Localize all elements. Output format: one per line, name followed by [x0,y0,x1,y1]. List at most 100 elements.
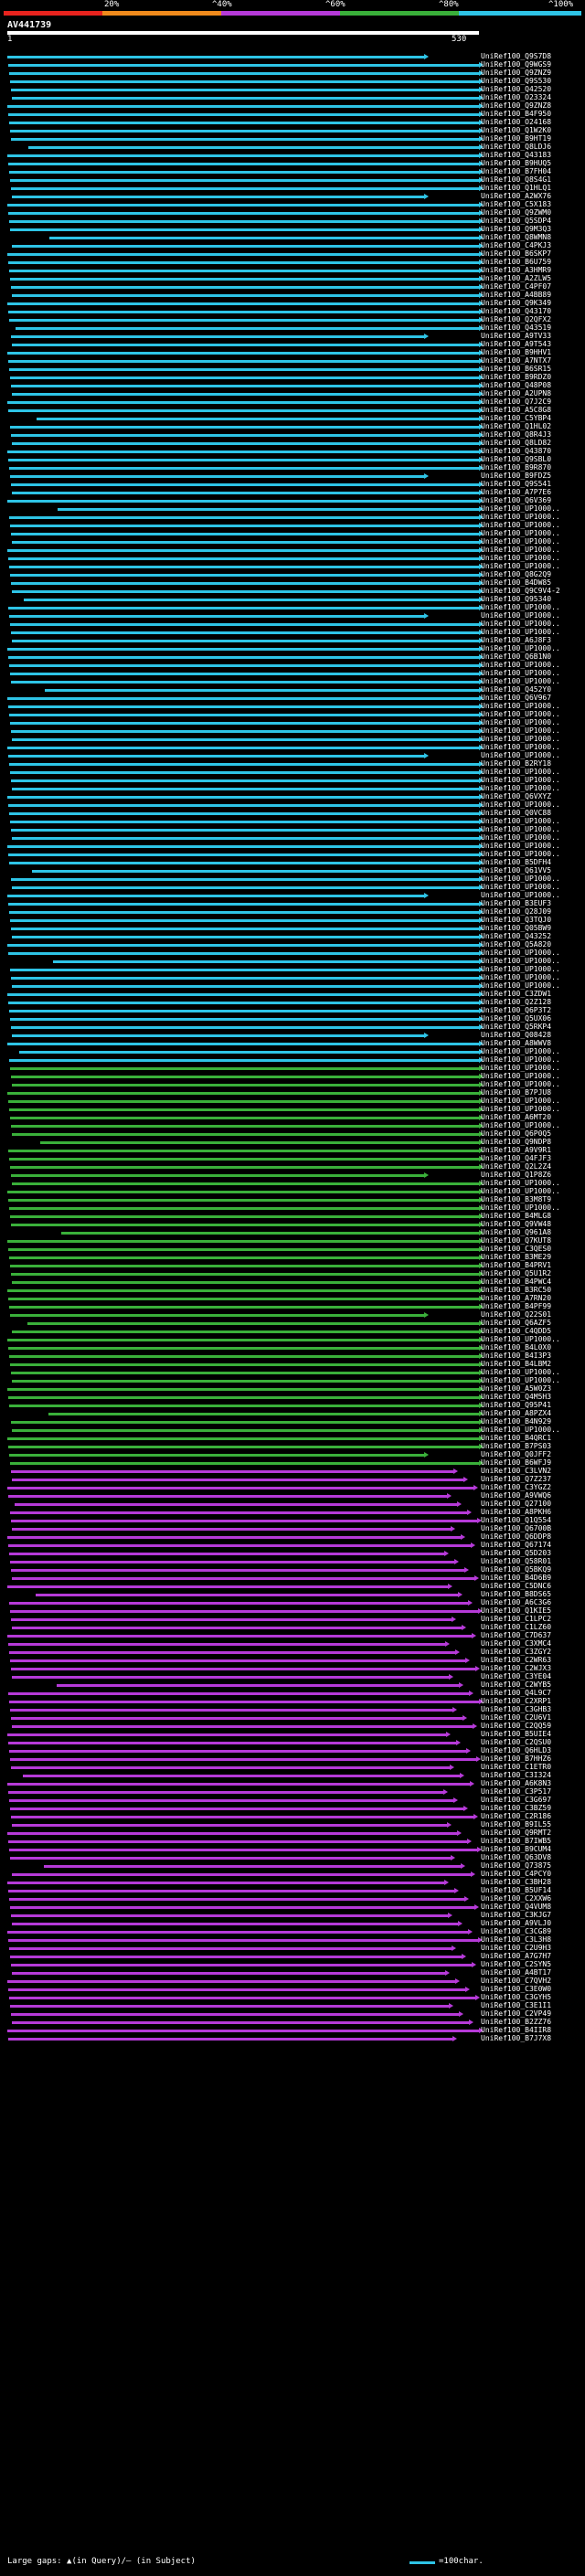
hit-bar [7,1931,468,1934]
hit-arrow-icon [453,1797,458,1803]
hit-arrow-icon [458,1592,463,1597]
hit-arrow-icon [455,1649,460,1655]
hit-bar [8,1495,447,1498]
hit-bar [9,911,479,914]
hit-bar [8,656,479,659]
hit-bar [9,1602,468,1605]
hit-bar [10,228,479,231]
hit-bar [12,97,479,100]
hit-bar [7,895,424,897]
hit-bar [10,1018,479,1021]
hit-bar [24,599,479,601]
hit-bar [53,960,479,963]
hit-bar [9,566,479,568]
hit-bar [12,1084,479,1087]
hit-arrow-icon [443,1789,448,1795]
hit-bar [8,1002,479,1004]
hit-bar [8,1347,479,1350]
hit-bar [9,1750,466,1753]
hit-bar [19,1051,479,1054]
hit-bar [49,237,479,239]
hit-arrow-icon [449,2003,453,2009]
hit-arrow-icon [424,893,429,898]
hit-bar [8,1248,479,1251]
hit-bar [11,829,479,832]
hit-bar [9,171,479,174]
hit-bar [9,1256,479,1259]
hit-arrow-icon [445,1970,450,1976]
hit-bar [15,1503,457,1506]
hit-bar [11,1914,448,1917]
hit-bar [11,730,479,733]
hit-bar [8,952,479,955]
hit-bar [8,1692,469,1695]
hit-bar [9,122,479,124]
hit-bar [11,928,479,930]
hit-arrow-icon [463,1806,468,1811]
hit-arrow-icon [467,1839,472,1844]
hit-arrow-icon [424,1033,429,1038]
hit-bar [12,936,479,938]
hit-arrow-icon [461,1534,465,1540]
hit-bar [11,1766,450,1769]
hit-bar [11,89,479,91]
hit-arrow-icon [459,1682,463,1688]
hit-bar [12,1429,479,1432]
hit-bar [8,261,479,264]
query-ruler [7,31,479,35]
hit-bar [9,1898,464,1901]
hit-bar [10,1314,424,1317]
hit-bar [9,1651,455,1654]
hit-bar [9,1158,479,1161]
hit-arrow-icon [444,1551,449,1556]
hit-bar [11,1668,475,1670]
hit-bar [11,1421,479,1424]
hit-bar [10,673,479,675]
hit-bar [11,138,479,141]
hit-arrow-icon [464,1567,469,1573]
hit-bar [7,1092,479,1095]
hit-arrow-icon [463,1477,468,1482]
footer: Large gaps: ▲(in Query)/— (in Subject) =… [7,2557,574,2570]
hit-bar [7,105,479,108]
hit-bar [9,1799,453,1802]
hit-bar [11,1026,479,1029]
hit-bar [8,1742,456,1744]
hit-row[interactable]: UniRef100_B7J7X8 [0,2034,585,2043]
hit-label[interactable]: UniRef100_B7J7X8 [481,2034,551,2043]
hit-bar [11,533,479,535]
hit-bar [11,1618,452,1621]
hit-bar [58,508,479,511]
hit-bar [8,1791,443,1794]
legend-orange [102,11,221,16]
hit-bar [9,1355,479,1358]
hit-bar [12,393,479,396]
hit-bar [10,376,479,379]
hit-arrow-icon [473,1485,478,1490]
hit-arrow-icon [424,334,429,339]
hit-bar [12,344,479,346]
hit-arrow-icon [468,1600,473,1606]
hit-bar [11,1964,472,1966]
hit-arrow-icon [475,1995,480,2000]
hit-bar [8,1840,467,1843]
hit-arrow-icon [446,1732,451,1737]
hit-bar [9,763,479,766]
hit-bar [8,705,479,708]
hit-arrow-icon [473,1814,478,1819]
hit-arrow-icon [424,753,429,758]
hit-bar [7,993,479,996]
hit-arrow-icon [452,2036,457,2041]
hit-bar [12,1972,445,1975]
hit-bar [10,475,424,478]
hit-arrow-icon [424,1452,429,1458]
hit-bar [11,1076,479,1078]
hit-arrow-icon [424,54,429,59]
hit-arrow-icon [448,1913,452,1918]
hit-bar [11,1125,479,1128]
legend-red [4,11,102,16]
hit-bar [8,1544,471,1547]
hit-bar [11,1717,463,1720]
hit-bar [16,327,479,330]
hit-bar [7,944,479,947]
